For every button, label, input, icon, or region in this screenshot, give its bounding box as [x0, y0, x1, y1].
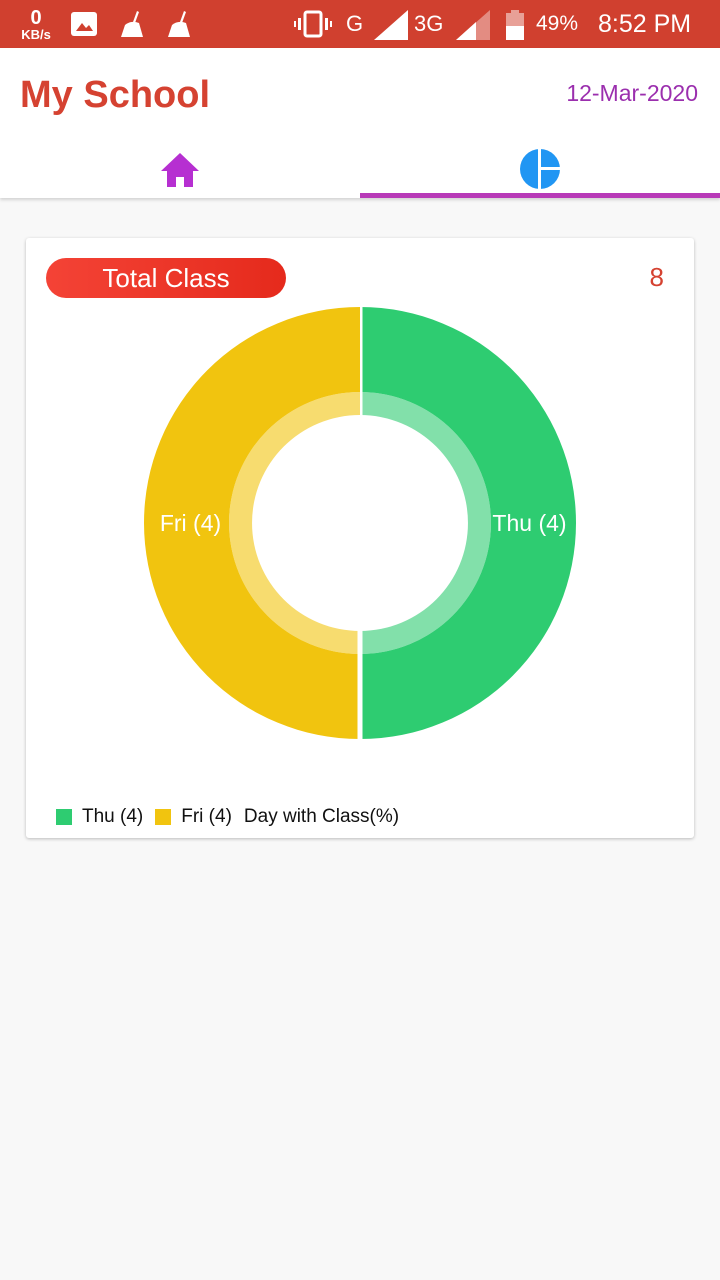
tab-home[interactable] [0, 144, 360, 198]
legend-label-fri: Fri (4) [181, 806, 232, 827]
chart-legend: Thu (4) Fri (4) Day with Class(%) [56, 806, 411, 828]
page-title: My School [20, 74, 211, 116]
network-type-2: 3G [414, 11, 444, 36]
net-speed-value: 0 [30, 6, 42, 29]
signal-icon [374, 10, 408, 40]
slice-label-thu: Thu (4) [492, 510, 566, 536]
legend-swatch-thu [56, 809, 72, 825]
legend-label-thu: Thu (4) [82, 806, 144, 827]
cleaner-icon [116, 8, 148, 40]
current-date: 12-Mar-2020 [566, 80, 698, 106]
network-type-1: G [346, 11, 364, 36]
tab-chart[interactable] [360, 144, 720, 198]
slice-label-fri: Fri (4) [160, 510, 221, 536]
total-class-card: Total Class 8 Thu (4) Fri (4) Thu (4) Fri… [26, 238, 694, 838]
battery-icon [505, 10, 525, 40]
clock: 8:52 PM [598, 9, 692, 38]
pie-chart-icon [519, 147, 561, 195]
image-icon [70, 10, 98, 38]
net-speed-unit: KB/s [21, 26, 51, 42]
signal-icon [456, 10, 490, 40]
app-bar: My School 12-Mar-2020 [0, 48, 720, 198]
net-speed-indicator: 0 KB/s [14, 4, 58, 44]
legend-swatch-fri [155, 809, 172, 825]
cleaner-icon [163, 8, 195, 40]
battery-percent: 49% [536, 12, 579, 35]
home-icon [160, 151, 200, 192]
vibrate-icon [294, 10, 332, 38]
status-bar: 0 KB/s G 3G 49% 8:52 PM [0, 0, 720, 48]
legend-description: Day with Class(%) [243, 806, 400, 827]
donut-chart: Thu (4) Fri (4) [144, 306, 576, 740]
tab-indicator [360, 193, 720, 198]
